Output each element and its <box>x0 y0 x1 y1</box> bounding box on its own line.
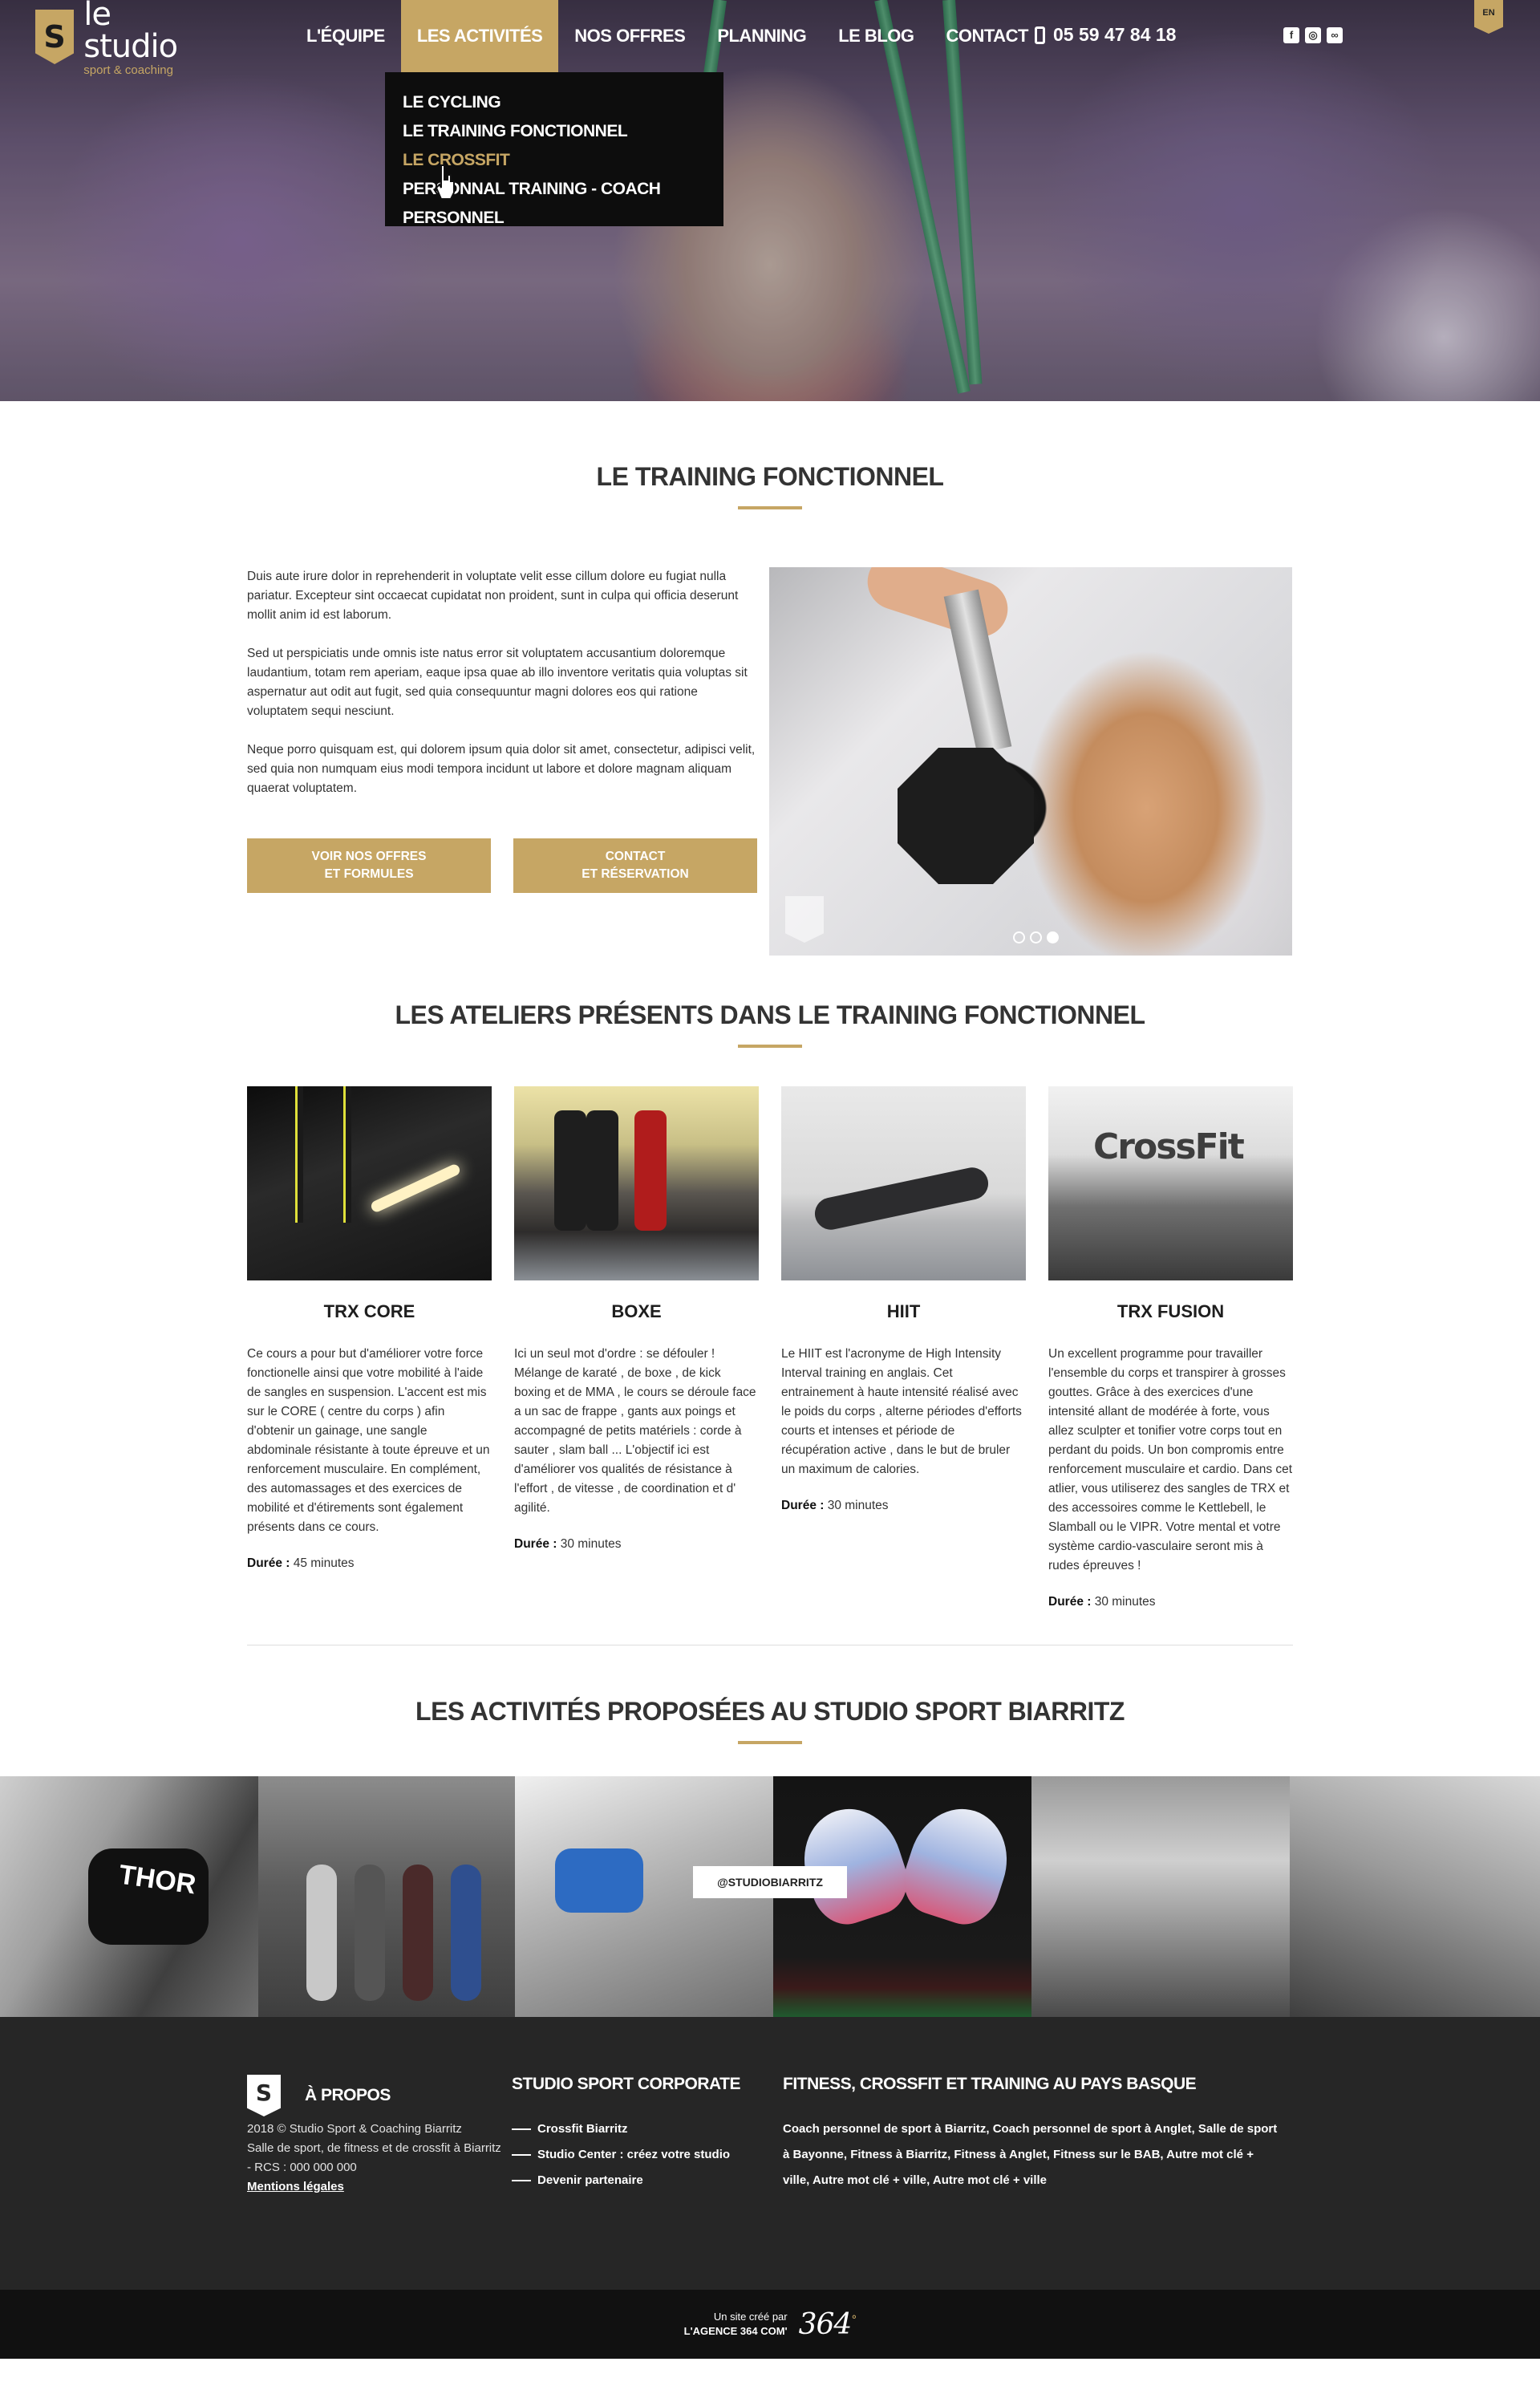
language-switch[interactable]: EN <box>1474 0 1503 34</box>
watermark-logo-icon <box>785 896 824 943</box>
intro-paragraph: Neque porro quisquam est, qui dolorem ip… <box>247 743 756 795</box>
logo-subtitle: sport & coaching <box>83 63 173 77</box>
atelier-card: TRX CORE Ce cours a pour but d'améliorer… <box>247 1086 492 1609</box>
slider-dot[interactable] <box>1030 931 1042 943</box>
atelier-duration: Durée : 30 minutes <box>781 1499 889 1512</box>
section-title: LES ATELIERS PRÉSENTS DANS LE TRAINING F… <box>395 1000 1145 1029</box>
footer-keywords: Coach personnel de sport à Biarritz, Coa… <box>783 2122 1278 2187</box>
footer-corporate: STUDIO SPORT CORPORATE Crossfit Biarritz… <box>512 2075 768 2193</box>
offers-button[interactable]: VOIR NOS OFFRES ET FORMULES <box>247 838 491 893</box>
atelier-card: BOXE Ici un seul mot d'ordre : se défoul… <box>514 1086 759 1609</box>
footer-link-partenaire[interactable]: Devenir partenaire <box>512 2168 768 2193</box>
gallery-photo[interactable] <box>1031 1776 1290 2017</box>
contact-reservation-button[interactable]: CONTACT ET RÉSERVATION <box>513 838 757 893</box>
ateliers-section: LES ATELIERS PRÉSENTS DANS LE TRAINING F… <box>0 956 1540 1645</box>
nav-item-planning[interactable]: PLANNING <box>701 0 822 72</box>
atelier-duration: Durée : 30 minutes <box>1048 1595 1156 1609</box>
gallery-photo[interactable] <box>258 1776 515 2017</box>
footer-logo-icon: S <box>247 2075 281 2116</box>
atelier-image: CrossFit <box>1048 1086 1293 1280</box>
atelier-duration: Durée : 30 minutes <box>514 1537 622 1551</box>
nav-item-blog[interactable]: LE BLOG <box>822 0 930 72</box>
atelier-description: Ici un seul mot d'ordre : se défouler ! … <box>514 1347 756 1515</box>
slide-photo-detail <box>860 567 1015 645</box>
page-title: LE TRAINING FONCTIONNEL <box>596 462 944 491</box>
main-navigation: S le studio sport & coaching L'ÉQUIPE LE… <box>0 0 1540 76</box>
atelier-description: Ce cours a pour but d'améliorer votre fo… <box>247 1347 490 1534</box>
atelier-title: TRX CORE <box>323 1301 415 1321</box>
gallery-photo[interactable] <box>1290 1776 1540 2017</box>
instagram-gallery: THOR @STUDIOBIARRITZ <box>0 1776 1540 2017</box>
nav-item-activites[interactable]: LES ACTIVITÉS <box>400 0 559 72</box>
footer-heading: À PROPOS <box>305 2086 391 2104</box>
crossfit-sign: CrossFit <box>1093 1126 1245 1167</box>
footer-link-studio-center[interactable]: Studio Center : créez votre studio <box>512 2142 768 2168</box>
atelier-title: TRX FUSION <box>1116 1301 1225 1321</box>
nav-item-contact[interactable]: CONTACT <box>930 0 1044 72</box>
logo-badge-icon: S <box>35 10 75 64</box>
instagram-icon[interactable]: ◎ <box>1305 27 1321 43</box>
copyright-text: 2018 © Studio Sport & Coaching Biarritz … <box>247 2122 501 2193</box>
phone-number: 05 59 47 84 18 <box>1053 24 1177 45</box>
training-intro-section: LE TRAINING FONCTIONNEL Duis aute irure … <box>0 401 1540 956</box>
phone-link[interactable]: 05 59 47 84 18 <box>1035 24 1176 46</box>
credit-bar: Un site créé par L'AGENCE 364 COM' 364° <box>0 2290 1540 2359</box>
atelier-description: Un excellent programme pour travailler l… <box>1048 1347 1293 1572</box>
slide-photo-detail <box>898 748 1034 884</box>
activities-dropdown: LE CYCLING LE TRAINING FONCTIONNEL LE CR… <box>385 72 723 227</box>
slider-dot-active[interactable] <box>1047 931 1059 943</box>
title-underline <box>738 1045 802 1048</box>
nav-menu: L'ÉQUIPE LES ACTIVITÉS NOS OFFRES PLANNI… <box>290 0 1044 72</box>
site-logo[interactable]: S le studio sport & coaching <box>35 0 196 76</box>
nav-item-equipe[interactable]: L'ÉQUIPE <box>290 0 401 72</box>
atelier-card: CrossFit TRX FUSION Un excellent program… <box>1048 1086 1293 1609</box>
intro-paragraph: Duis aute irure dolor in reprehenderit i… <box>247 570 739 622</box>
footer-heading: STUDIO SPORT CORPORATE <box>512 2075 740 2093</box>
footer-link-crossfit[interactable]: Crossfit Biarritz <box>512 2116 768 2142</box>
image-slider[interactable] <box>769 567 1292 956</box>
social-links: f ◎ ∞ <box>1283 27 1343 43</box>
hand-cursor-icon <box>435 164 455 200</box>
hero-banner: S le studio sport & coaching L'ÉQUIPE LE… <box>0 0 1540 401</box>
atelier-image <box>514 1086 759 1280</box>
logo-title: le studio <box>83 0 178 65</box>
nav-item-offres[interactable]: NOS OFFRES <box>558 0 701 72</box>
site-footer: S À PROPOS 2018 © Studio Sport & Coachin… <box>0 2017 1540 2290</box>
section-title: LES ACTIVITÉS PROPOSÉES AU STUDIO SPORT … <box>415 1697 1125 1726</box>
atelier-description: Le HIIT est l'acronyme de High Intensity… <box>781 1347 1022 1476</box>
gallery-photo[interactable]: THOR <box>0 1776 258 2017</box>
atelier-cards: TRX CORE Ce cours a pour but d'améliorer… <box>247 1086 1293 1609</box>
slider-dot[interactable] <box>1013 931 1025 943</box>
title-underline <box>738 506 802 509</box>
activites-section: LES ACTIVITÉS PROPOSÉES AU STUDIO SPORT … <box>0 1645 1540 2017</box>
footer-about: S À PROPOS 2018 © Studio Sport & Coachin… <box>247 2075 504 2197</box>
tripadvisor-icon[interactable]: ∞ <box>1327 27 1343 43</box>
title-underline <box>738 1741 802 1744</box>
instagram-handle-button[interactable]: @STUDIOBIARRITZ <box>693 1866 847 1898</box>
mobile-phone-icon <box>1035 26 1045 44</box>
intro-paragraph: Sed ut perspiciatis unde omnis iste natu… <box>247 647 748 718</box>
slider-pagination <box>1013 931 1059 943</box>
atelier-card: HIIT Le HIIT est l'acronyme de High Inte… <box>781 1086 1026 1609</box>
facebook-icon[interactable]: f <box>1283 27 1299 43</box>
footer-heading: FITNESS, CROSSFIT ET TRAINING AU PAYS BA… <box>783 2075 1197 2093</box>
legal-notice-link[interactable]: Mentions légales <box>247 2180 344 2193</box>
dropdown-item-training-fonctionnel[interactable]: LE TRAINING FONCTIONNEL <box>403 117 706 146</box>
dropdown-item-cycling[interactable]: LE CYCLING <box>403 88 706 117</box>
atelier-title: HIIT <box>886 1301 921 1321</box>
intro-text: Duis aute irure dolor in reprehenderit i… <box>247 567 757 818</box>
atelier-title: BOXE <box>611 1301 662 1321</box>
atelier-image <box>247 1086 492 1280</box>
agency-logo[interactable]: 364° <box>799 2308 857 2341</box>
footer-seo: FITNESS, CROSSFIT ET TRAINING AU PAYS BA… <box>783 2075 1280 2193</box>
atelier-duration: Durée : 45 minutes <box>247 1556 355 1570</box>
agency-credit[interactable]: Un site créé par L'AGENCE 364 COM' <box>684 2310 788 2339</box>
atelier-image <box>781 1086 1026 1280</box>
